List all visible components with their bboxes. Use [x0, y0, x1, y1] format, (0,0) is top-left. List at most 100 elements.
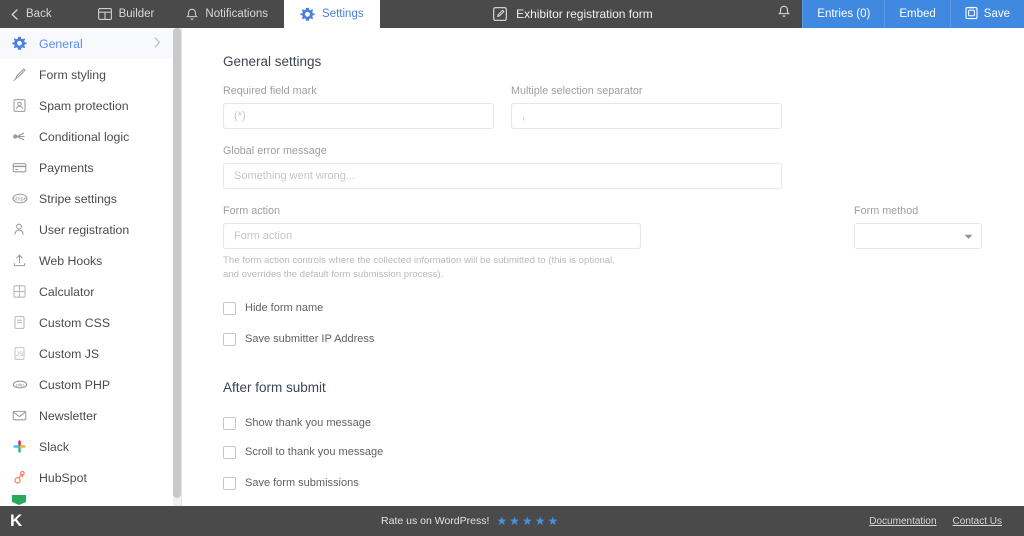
field-required-field-mark: Required field mark	[223, 85, 494, 129]
bell-icon	[186, 8, 199, 21]
global-error-message-input[interactable]	[223, 163, 782, 189]
sidebar-item-form-styling[interactable]: Form styling	[0, 59, 173, 90]
field-multiple-selection-separator: Multiple selection separator	[511, 85, 782, 129]
chevron-left-icon	[10, 8, 19, 20]
sidebar-item-label: Stripe settings	[39, 191, 117, 206]
tab-builder[interactable]: Builder	[82, 0, 171, 28]
checkbox-label: Hide form name	[245, 302, 324, 315]
star-icon[interactable]: ★	[547, 515, 558, 527]
checkbox-scroll-to-thank-you-message[interactable]: Scroll to thank you message	[223, 445, 1024, 459]
sidebar-item-conditional-logic[interactable]: Conditional logic	[0, 121, 173, 152]
form-action-input[interactable]	[223, 223, 641, 249]
brush-icon	[11, 66, 28, 83]
checkbox-show-thank-you-message[interactable]: Show thank you message	[223, 416, 1024, 430]
sidebar-scrollbar-thumb[interactable]	[173, 28, 181, 498]
checkbox-box[interactable]	[223, 301, 236, 315]
save-label: Save	[983, 8, 1010, 20]
tab-settings-label: Settings	[322, 8, 364, 20]
checkbox-label: Show thank you message	[245, 417, 371, 430]
entries-button[interactable]: Entries (0)	[802, 0, 885, 28]
user-icon	[11, 221, 28, 238]
sidebar-item-web-hooks[interactable]: Web Hooks	[0, 245, 173, 276]
sidebar-item-slack[interactable]: Slack	[0, 431, 173, 462]
checkbox-hide-form-name[interactable]: Hide form name	[223, 301, 1024, 315]
svg-text:JS: JS	[16, 351, 23, 358]
sidebar-item-custom-js[interactable]: JS Custom JS	[0, 338, 173, 369]
sidebar-item-label: General	[39, 36, 83, 51]
sidebar-item-hubspot[interactable]: HubSpot	[0, 462, 173, 493]
save-button[interactable]: Save	[949, 0, 1024, 28]
embed-button[interactable]: Embed	[884, 0, 950, 28]
upload-icon	[11, 252, 28, 269]
tab-settings[interactable]: Settings	[284, 0, 380, 28]
js-file-icon: JS	[11, 345, 28, 362]
sidebar-item-spam-protection[interactable]: Spam protection	[0, 90, 173, 121]
sidebar: General Form styling Spam protection Con…	[0, 28, 173, 506]
brand-logo: K	[10, 511, 23, 530]
contact-us-link[interactable]: Contact Us	[953, 516, 1002, 527]
star-rating[interactable]: ★ ★ ★ ★ ★	[496, 515, 558, 527]
sidebar-item-partial[interactable]	[0, 493, 173, 506]
php-elephant-icon: php	[11, 376, 28, 393]
edit-square-icon[interactable]	[493, 7, 507, 21]
sidebar-item-label: Web Hooks	[39, 253, 103, 268]
checkbox-box[interactable]	[223, 332, 236, 346]
checkbox-box[interactable]	[223, 445, 236, 459]
form-method-select[interactable]: GETPOST	[854, 223, 982, 249]
shield-person-icon	[11, 97, 28, 114]
checkbox-save-form-submissions[interactable]: Save form submissions	[223, 476, 1024, 490]
sidebar-item-label: Conditional logic	[39, 129, 130, 144]
topbar-actions: Entries (0) Embed Save	[766, 0, 1024, 28]
sidebar-item-calculator[interactable]: Calculator	[0, 276, 173, 307]
notifications-bell-button[interactable]	[766, 0, 802, 28]
sidebar-item-user-registration[interactable]: User registration	[0, 214, 173, 245]
sidebar-item-label: Custom CSS	[39, 315, 111, 330]
star-icon[interactable]: ★	[522, 515, 533, 527]
star-icon[interactable]: ★	[509, 515, 520, 527]
form-action-helper-text: The form action controls where the colle…	[223, 255, 615, 280]
tab-builder-label: Builder	[118, 8, 155, 20]
sidebar-item-label: Slack	[39, 439, 70, 454]
footer-bar: K Rate us on WordPress! ★ ★ ★ ★ ★ Docume…	[0, 506, 1024, 536]
svg-text:php: php	[16, 382, 24, 387]
bell-icon	[778, 5, 791, 23]
sidebar-item-label: Calculator	[39, 284, 95, 299]
required-field-mark-input[interactable]	[223, 103, 494, 129]
sidebar-item-label: Custom PHP	[39, 377, 111, 392]
sidebar-item-label: HubSpot	[39, 470, 87, 485]
after-form-submit-title: After form submit	[223, 379, 326, 395]
field-global-error-message: Global error message	[223, 145, 782, 189]
sidebar-item-custom-css[interactable]: Custom CSS	[0, 307, 173, 338]
form-action-label: Form action	[223, 205, 280, 217]
sidebar-item-label: Form styling	[39, 67, 106, 82]
field-form-action: Form action	[223, 205, 641, 249]
row-marks: Required field mark Multiple selection s…	[223, 85, 1024, 129]
css-file-icon	[11, 314, 28, 331]
tab-notifications-label: Notifications	[205, 8, 269, 20]
back-button[interactable]: Back	[0, 0, 82, 28]
row-global-error: Global error message	[223, 145, 1024, 189]
sidebar-scrollbar-track[interactable]	[173, 28, 181, 506]
sidebar-item-stripe-settings[interactable]: stripe Stripe settings	[0, 183, 173, 214]
sidebar-item-general[interactable]: General	[0, 28, 173, 59]
calculator-icon	[11, 283, 28, 300]
row-form-action: Form action Form method GETPOST	[223, 205, 1024, 249]
embed-label: Embed	[899, 8, 936, 20]
checkbox-box[interactable]	[223, 476, 236, 490]
form-method-select-wrap: GETPOST	[854, 223, 982, 249]
documentation-link[interactable]: Documentation	[869, 516, 936, 527]
checkbox-label: Save form submissions	[245, 477, 359, 490]
sidebar-item-newsletter[interactable]: Newsletter	[0, 400, 173, 431]
star-icon[interactable]: ★	[496, 515, 507, 527]
sidebar-item-payments[interactable]: Payments	[0, 152, 173, 183]
multiple-selection-separator-input[interactable]	[511, 103, 782, 129]
sidebar-item-custom-php[interactable]: php Custom PHP	[0, 369, 173, 400]
tab-notifications[interactable]: Notifications	[170, 0, 284, 28]
checkbox-box[interactable]	[223, 416, 236, 430]
sidebar-item-label: Spam protection	[39, 98, 129, 113]
envelope-icon	[11, 407, 28, 424]
builder-icon	[97, 8, 112, 20]
star-icon[interactable]: ★	[535, 515, 546, 527]
checkbox-save-submitter-ip[interactable]: Save submitter IP Address	[223, 332, 1024, 346]
gear-icon	[300, 7, 315, 22]
